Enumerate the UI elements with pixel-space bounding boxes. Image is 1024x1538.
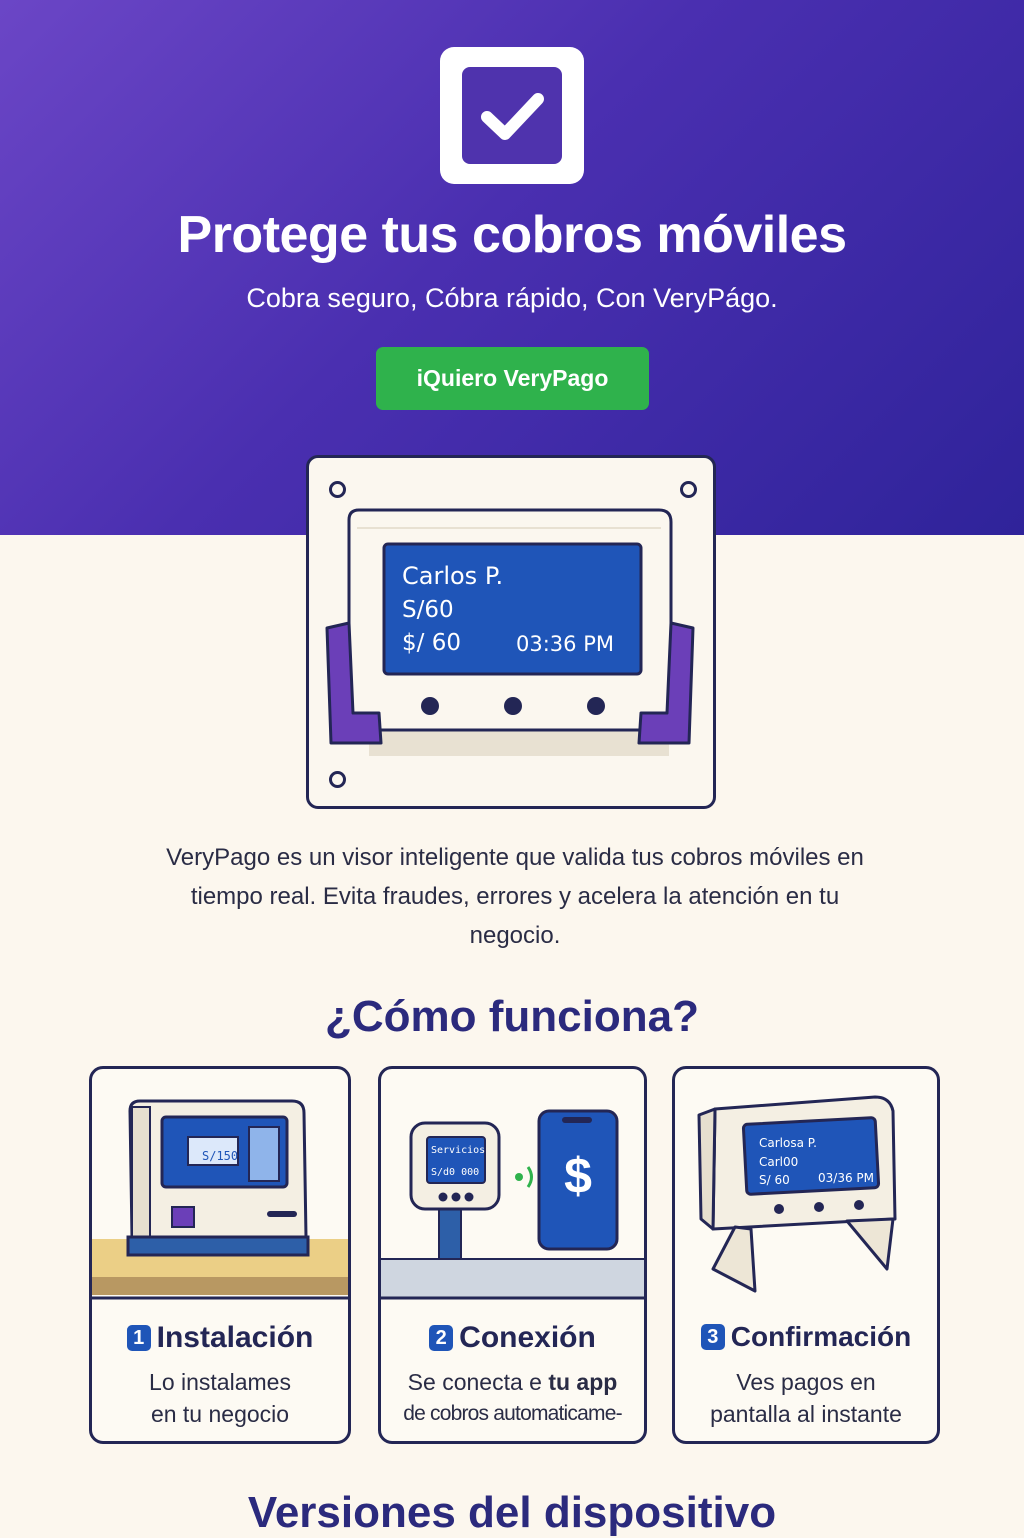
checkmark-icon: [462, 67, 562, 164]
step-3-description: Ves pagos en pantalla al instante: [675, 1366, 937, 1430]
step-3-screen-line-2: Carl00: [759, 1155, 799, 1169]
step-2-screen-line-2: S/d0 000: [431, 1167, 480, 1178]
step-1-description: Lo instalames en tu negocio: [92, 1366, 348, 1430]
device-screen-name: Carlos P.: [402, 562, 504, 590]
step-2-line-1-bold: tu app: [548, 1369, 618, 1395]
device-screen-amount-2: $/ 60: [402, 630, 461, 656]
step-2-heading: 2 Conexión: [381, 1321, 644, 1355]
step-1-title: Instalación: [156, 1321, 314, 1354]
step-2-line-2: de cobros automaticame-: [403, 1402, 622, 1425]
dollar-icon: $: [564, 1148, 592, 1204]
step-2-screen-line-1: Servicios: [431, 1145, 486, 1156]
step-2-title: Conexión: [459, 1321, 596, 1354]
step-1-line-2: en tu negocio: [150, 1401, 290, 1427]
how-it-works-title: ¿Cómo funciona?: [325, 992, 699, 1041]
step-3-title: Confirmación: [730, 1321, 912, 1352]
step-number-badge: 3: [700, 1324, 725, 1350]
step-2-line-1-text: Se conecta e: [407, 1369, 549, 1395]
step-3-screen-amount: S/ 60: [759, 1173, 790, 1187]
hero-subtitle: Cobra seguro, Cóbra rápido, Con VeryPágo…: [246, 283, 778, 313]
terminal-icon: [92, 1099, 348, 1300]
step-number-badge: 1: [126, 1325, 151, 1351]
device-screen-time: 03:36 PM: [516, 632, 614, 656]
step-number-badge: 2: [429, 1325, 454, 1351]
step-1-screen-text: S/150: [202, 1149, 239, 1163]
hero-title: Protege tus cobros móviles: [177, 206, 847, 264]
versions-title: Versiones del dispositivo: [247, 1488, 777, 1537]
step-card-connection: Servicios S/d0 000 $ 2 Conexión Se conec…: [378, 1066, 647, 1444]
display-stand-icon: [697, 1095, 897, 1293]
product-description: VeryPago es un visor inteligente que val…: [166, 844, 864, 949]
step-3-screen-time: 03/36 PM: [818, 1171, 874, 1185]
step-2-description: Se conecta e tu app de cobros automatica…: [381, 1366, 644, 1430]
step-2-line-1: Se conecta e tu app: [381, 1366, 644, 1398]
step-3-line-2: pantalla al instante: [710, 1401, 902, 1427]
step-card-confirmation: Carlosa P. Carl00 S/ 60 03/36 PM 3 Confi…: [672, 1066, 940, 1444]
step-3-screen-name: Carlosa P.: [759, 1136, 817, 1150]
step-1-heading: 1 Instalación: [92, 1321, 348, 1355]
step-card-installation: S/150 1 Instalación Lo instalames en tu …: [89, 1066, 351, 1444]
step-1-line-1: Lo instalames: [149, 1369, 291, 1395]
step-3-heading: 3 Confirmación: [675, 1321, 937, 1353]
step-3-line-1: Ves pagos en: [736, 1369, 876, 1395]
checkmark-logo: [440, 47, 584, 184]
device-illustration: Carlos P. S/60 $/ 60 03:36 PM: [306, 455, 716, 809]
cta-button[interactable]: iQuiero VeryPago: [376, 347, 649, 410]
device-screen-amount: S/60: [402, 597, 454, 623]
